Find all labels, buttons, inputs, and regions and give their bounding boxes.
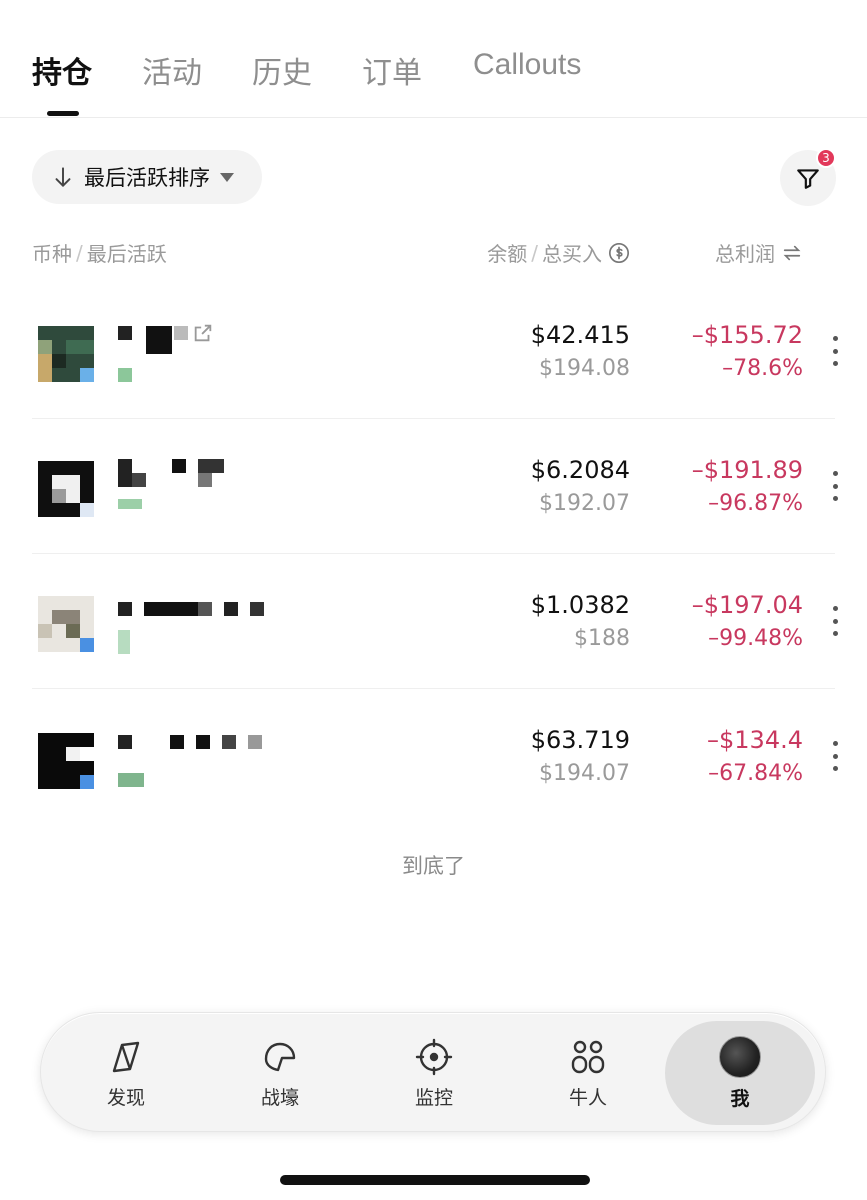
pnl-value: –$155.72: [691, 321, 803, 349]
sort-button[interactable]: 最后活跃排序: [32, 150, 262, 204]
header-separator: /: [76, 240, 83, 265]
sort-label: 最后活跃排序: [84, 166, 210, 190]
balance-value: $6.2084: [530, 456, 630, 484]
arrow-down-icon: [55, 167, 71, 187]
header-total-buy: 总买入: [542, 242, 602, 266]
total-buy-value: $194.08: [539, 356, 630, 381]
pnl-value: –$134.4: [707, 726, 803, 754]
position-row[interactable]: $6.2084 $192.07 –$191.89 –96.87%: [32, 419, 838, 554]
token-icon: [38, 596, 94, 652]
tab-orders[interactable]: 订单: [362, 48, 422, 92]
bottom-nav: 发现 战壕 监控 牛人 我: [40, 1012, 826, 1132]
column-header-balance: 余额 / 总买入: [487, 238, 630, 267]
position-row[interactable]: $1.0382 $188 –$197.04 –99.48%: [32, 554, 838, 689]
total-buy-value: $188: [574, 626, 630, 651]
nav-discover[interactable]: 发现: [61, 1013, 191, 1133]
token-icon: [38, 461, 94, 517]
pnl-value: –$191.89: [691, 456, 803, 484]
nav-trenches[interactable]: 战壕: [215, 1013, 345, 1133]
tab-holdings[interactable]: 持仓: [32, 48, 92, 92]
crosshair-icon: [415, 1038, 453, 1075]
active-tab-indicator: [47, 111, 79, 116]
pnl-percent: –99.48%: [708, 626, 803, 651]
caret-down-icon: [220, 172, 234, 182]
more-options-icon[interactable]: [829, 606, 841, 636]
filter-count-badge: 3: [816, 148, 836, 168]
nav-label: 战壕: [260, 1086, 299, 1109]
tab-activity[interactable]: 活动: [142, 48, 202, 92]
home-indicator: [280, 1175, 590, 1185]
token-icon: [38, 326, 94, 382]
nav-monitor[interactable]: 监控: [369, 1013, 499, 1133]
dollar-coin-icon[interactable]: [608, 242, 630, 264]
token-icon: [38, 733, 94, 789]
pnl-percent: –78.6%: [722, 356, 803, 381]
swap-arrows-icon: [783, 245, 801, 260]
nav-label: 发现: [106, 1086, 145, 1109]
header-token: 币种: [32, 242, 72, 266]
header-separator: /: [531, 240, 538, 265]
balance-value: $42.415: [530, 321, 630, 349]
avatar: [719, 1035, 761, 1078]
top-tabs: 持仓 活动 历史 订单 Callouts: [0, 0, 867, 118]
nav-me[interactable]: 我: [665, 1021, 815, 1125]
nav-label: 牛人: [568, 1086, 607, 1109]
header-balance: 余额: [487, 242, 528, 266]
pnl-percent: –96.87%: [708, 491, 803, 516]
nav-experts[interactable]: 牛人: [523, 1013, 653, 1133]
blurred-token-meta: [118, 499, 142, 509]
compass-icon: [112, 1041, 140, 1072]
more-options-icon[interactable]: [829, 741, 841, 771]
blurred-token-meta: [118, 773, 144, 787]
pnl-percent: –67.84%: [708, 761, 803, 786]
blurred-token-name: [118, 459, 228, 487]
header-last-active: 最后活跃: [86, 242, 167, 266]
more-options-icon[interactable]: [829, 336, 841, 366]
grid-people-icon: [571, 1040, 605, 1073]
filter-icon: [797, 169, 819, 189]
column-header-token: 币种 / 最后活跃: [32, 238, 167, 267]
total-buy-value: $194.07: [539, 761, 630, 786]
tab-history[interactable]: 历史: [252, 48, 312, 92]
nav-label: 我: [730, 1087, 750, 1110]
helmet-icon: [264, 1042, 296, 1071]
external-link-icon[interactable]: [192, 322, 214, 344]
header-pnl: 总利润: [715, 242, 775, 266]
tab-callouts[interactable]: Callouts: [473, 48, 581, 82]
column-header-pnl[interactable]: 总利润: [715, 238, 803, 267]
blurred-token-meta: [118, 630, 130, 654]
balance-value: $63.719: [530, 726, 630, 754]
pnl-value: –$197.04: [691, 591, 803, 619]
end-of-list-text: 到底了: [402, 854, 465, 878]
blurred-token-name: [118, 602, 268, 616]
position-row[interactable]: $63.719 $194.07 –$134.4 –67.84%: [32, 689, 838, 824]
more-options-icon[interactable]: [829, 471, 841, 501]
position-row[interactable]: $42.415 $194.08 –$155.72 –78.6%: [32, 284, 838, 419]
balance-value: $1.0382: [530, 591, 630, 619]
total-buy-value: $192.07: [539, 491, 630, 516]
blurred-token-meta: [118, 368, 132, 382]
nav-label: 监控: [414, 1086, 453, 1109]
blurred-token-name: [118, 735, 268, 749]
